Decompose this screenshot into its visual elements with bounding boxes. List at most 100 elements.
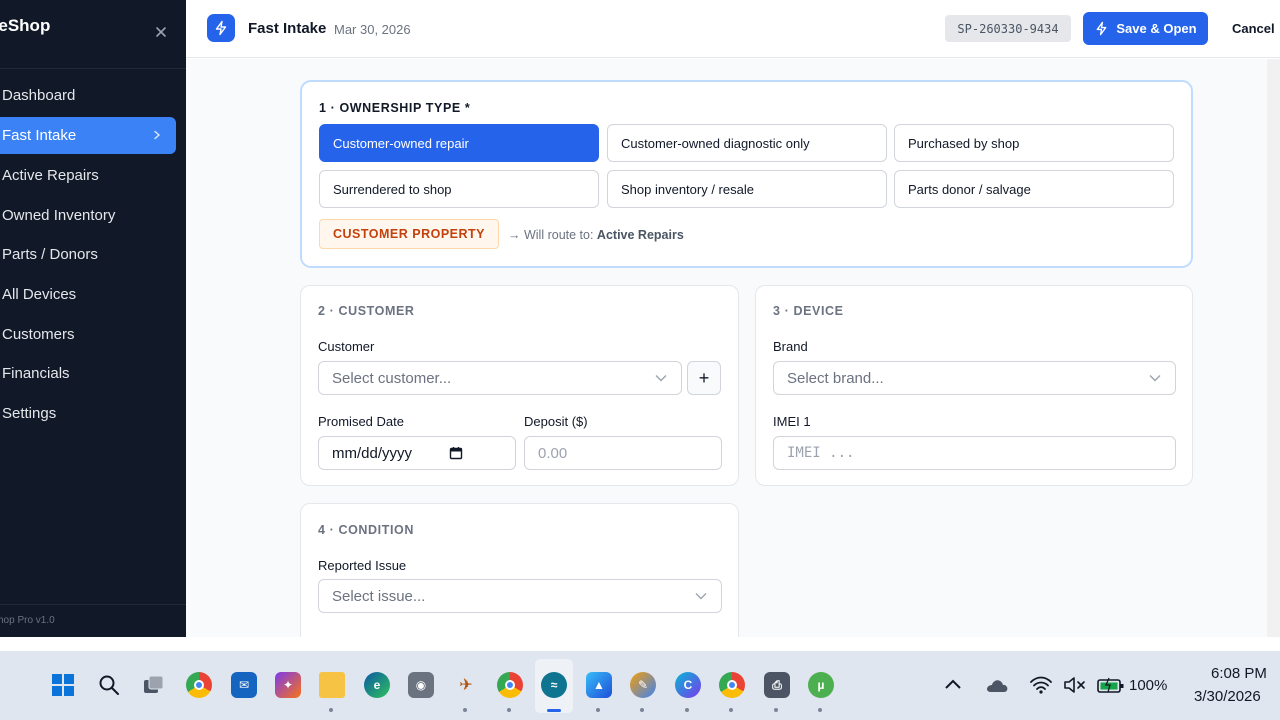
paint-icon[interactable]: ✎ [630, 672, 656, 698]
ownership-option-customer-repair[interactable]: Customer-owned repair [319, 124, 599, 162]
sidebar-item-label: Settings [2, 405, 57, 423]
canva-icon[interactable]: C [675, 672, 701, 698]
property-status-badge: CUSTOMER PROPERTY [319, 219, 499, 249]
brand-select-placeholder: Select brand... [787, 369, 884, 387]
taskbar-running-indicator [507, 708, 511, 712]
taskbar-running-indicator [463, 708, 467, 712]
wave-app-icon[interactable]: ≈ [541, 672, 567, 698]
battery-icon[interactable] [1097, 676, 1125, 694]
save-and-open-button[interactable]: Save & Open [1083, 12, 1208, 45]
sidebar-item-label: Customers [2, 325, 75, 343]
calendar-icon[interactable] [449, 446, 463, 460]
brand-select[interactable]: Select brand... [773, 361, 1176, 395]
cancel-button[interactable]: Cancel [1232, 21, 1275, 36]
reported-issue-placeholder: Select issue... [332, 587, 426, 605]
route-prefix: → Will route to: [508, 228, 594, 242]
chevron-right-icon [154, 130, 161, 139]
customer-select[interactable]: Select customer... [318, 361, 682, 395]
ownership-option-parts-donor[interactable]: Parts donor / salvage [894, 170, 1174, 208]
sidebar-item-active-repairs[interactable]: Active Repairs [0, 156, 186, 196]
reported-issue-select[interactable]: Select issue... [318, 579, 722, 613]
mail-icon[interactable]: ✉ [231, 672, 257, 698]
camera-icon[interactable]: ◉ [408, 672, 434, 698]
sidebar-footer-divider [0, 604, 186, 605]
sidebar-item-parts-donors[interactable]: Parts / Donors [0, 235, 186, 275]
customer-section-title: 2 · CUSTOMER [318, 304, 415, 318]
ownership-option-purchased-by-shop[interactable]: Purchased by shop [894, 124, 1174, 162]
brand-label: Brand [773, 339, 808, 354]
deposit-input[interactable]: 0.00 [524, 436, 722, 470]
chevron-up-icon[interactable] [944, 678, 962, 690]
save-and-open-label: Save & Open [1116, 21, 1197, 36]
lightning-icon [207, 14, 235, 42]
taskbar-running-indicator [774, 708, 778, 712]
file-explorer-icon[interactable] [319, 672, 345, 698]
chevron-down-icon [1149, 375, 1161, 382]
search-icon[interactable] [98, 674, 120, 696]
task-view-icon[interactable] [143, 675, 165, 695]
version-label: hop Pro v1.0 [0, 615, 55, 626]
chrome-icon[interactable] [186, 672, 212, 698]
airplane-app-icon[interactable]: ✈ [453, 672, 479, 698]
close-icon[interactable] [153, 24, 169, 40]
clock-date[interactable]: 3/30/2026 [1194, 688, 1261, 705]
sidebar-item-owned-inventory[interactable]: Owned Inventory [0, 195, 186, 235]
main-content: 1 · OWNERSHIP TYPE * Customer-owned repa… [186, 59, 1280, 637]
sidebar-item-fast-intake[interactable]: Fast Intake [0, 116, 176, 154]
photos-icon[interactable]: ▲ [586, 672, 612, 698]
condition-card: 4 · CONDITION Reported Issue Select issu… [300, 503, 739, 637]
page-header: Fast Intake Mar 30, 2026 SP-260330-9434 … [186, 0, 1280, 58]
ownership-section-title: 1 · OWNERSHIP TYPE * [319, 101, 471, 115]
sidebar-item-settings[interactable]: Settings [0, 394, 186, 434]
chrome-beta-icon[interactable] [719, 672, 745, 698]
chevron-down-icon [695, 593, 707, 600]
sidebar-item-financials[interactable]: Financials [0, 354, 186, 394]
speaker-muted-icon[interactable] [1063, 676, 1087, 694]
sidebar-item-label: Fast Intake [2, 126, 77, 144]
wifi-icon[interactable] [1030, 676, 1052, 694]
sidebar: neShop Dashboard Fast Intake Active Repa… [0, 0, 186, 637]
taskbar-running-indicator [329, 708, 333, 712]
windows-start-icon[interactable] [52, 674, 74, 696]
reported-issue-label: Reported Issue [318, 558, 407, 573]
sidebar-item-dashboard[interactable]: Dashboard [0, 76, 186, 116]
sidebar-item-label: Active Repairs [2, 167, 99, 185]
vertical-scrollbar[interactable] [1267, 59, 1280, 637]
customer-select-placeholder: Select customer... [332, 369, 452, 387]
device-card: 3 · DEVICE Brand Select brand... IMEI 1 … [755, 285, 1193, 486]
taskbar-running-indicator [640, 708, 644, 712]
ticket-id-badge: SP-260330-9434 [945, 15, 1071, 42]
ownership-option-shop-inventory[interactable]: Shop inventory / resale [607, 170, 887, 208]
edge-icon[interactable]: e [364, 672, 390, 698]
ownership-option-surrendered[interactable]: Surrendered to shop [319, 170, 599, 208]
promised-date-input[interactable]: mm/dd/yyyy [318, 436, 516, 470]
device-section-title: 3 · DEVICE [773, 304, 844, 318]
customer-card: 2 · CUSTOMER Customer Select customer...… [300, 285, 739, 486]
sidebar-divider [0, 68, 186, 69]
sidebar-nav: Dashboard Fast Intake Active Repairs Own… [0, 76, 186, 434]
taskbar-active-indicator [547, 709, 561, 712]
imei-placeholder: IMEI ... [787, 445, 855, 461]
sidebar-item-customers[interactable]: Customers [0, 314, 186, 354]
imei-input[interactable]: IMEI ... [773, 436, 1176, 470]
utorrent-icon[interactable]: µ [808, 672, 834, 698]
route-info: → Will route to: Active Repairs [508, 228, 684, 242]
sidebar-item-label: All Devices [2, 286, 77, 304]
page-date: Mar 30, 2026 [334, 22, 411, 37]
window-bottom-edge [0, 637, 1280, 651]
deposit-label: Deposit ($) [524, 414, 588, 429]
sidebar-item-all-devices[interactable]: All Devices [0, 275, 186, 315]
add-customer-button[interactable]: + [687, 361, 721, 395]
copilot-icon[interactable]: ✦ [275, 672, 301, 698]
ownership-option-customer-diagnostic[interactable]: Customer-owned diagnostic only [607, 124, 887, 162]
taskbar-running-indicator [818, 708, 822, 712]
cloud-icon[interactable] [985, 677, 1009, 693]
clock-time[interactable]: 6:08 PM [1211, 665, 1267, 682]
app-brand: neShop [0, 16, 51, 35]
chrome-profile-icon[interactable] [497, 672, 523, 698]
imei-label: IMEI 1 [773, 414, 811, 429]
sidebar-item-label: Owned Inventory [2, 206, 116, 224]
battery-percent: 100% [1129, 677, 1168, 694]
promised-date-placeholder: mm/dd/yyyy [332, 444, 413, 462]
printer-icon[interactable]: ⎙ [764, 672, 790, 698]
